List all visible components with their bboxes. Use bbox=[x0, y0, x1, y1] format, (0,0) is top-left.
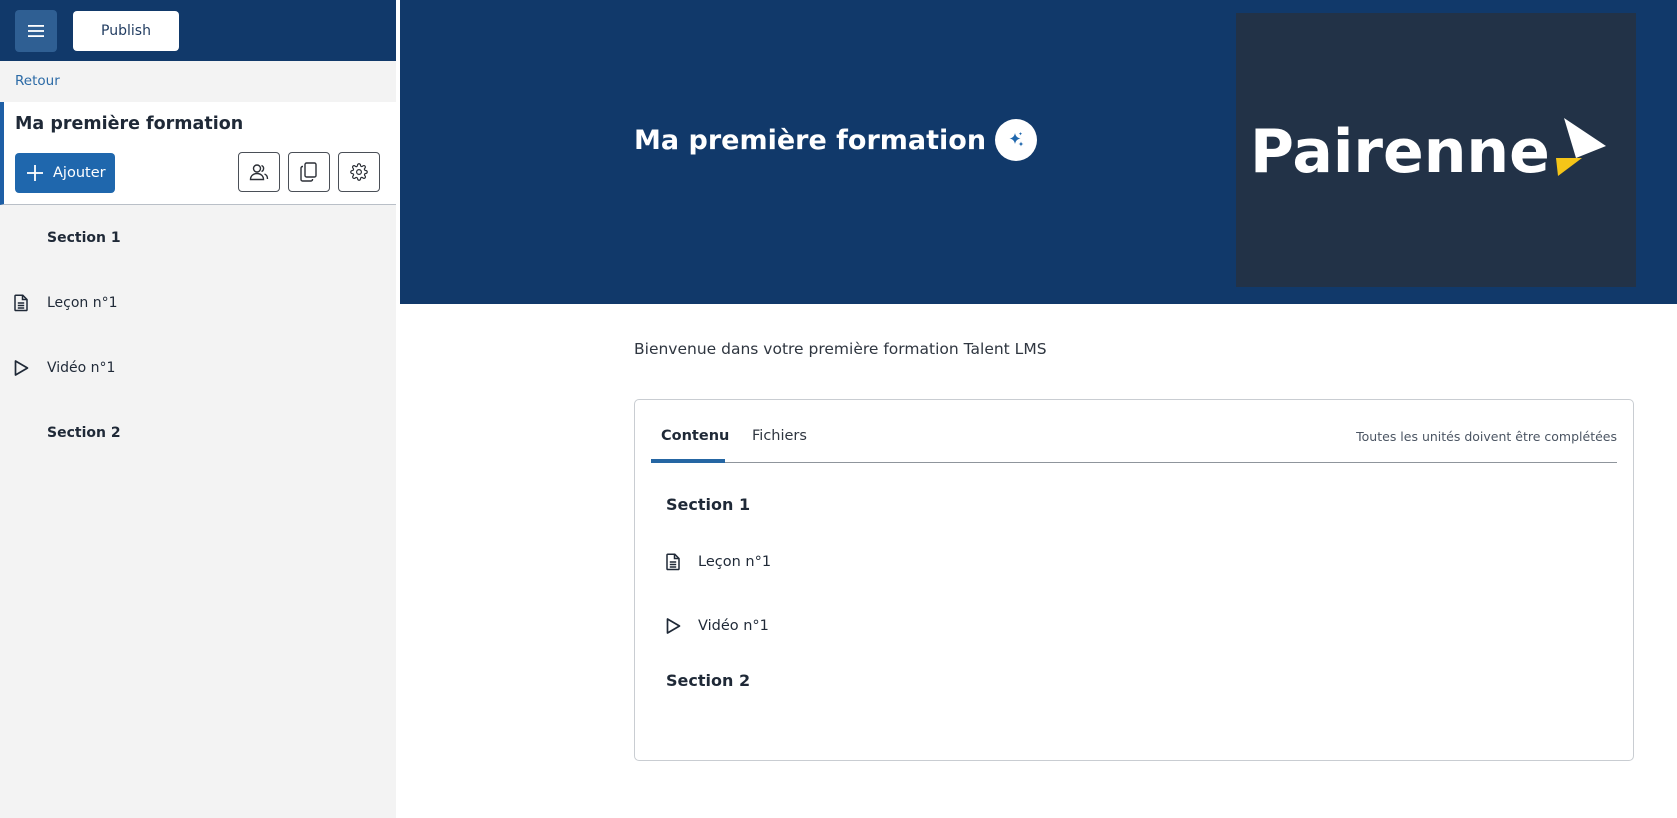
sidebar-item-label: Leçon n°1 bbox=[47, 294, 118, 311]
sparkle-icon bbox=[1009, 132, 1024, 147]
play-icon bbox=[14, 359, 29, 376]
page-title: Ma première formation bbox=[634, 124, 987, 156]
content-item-label: Section 2 bbox=[666, 670, 751, 690]
course-logo: Pairenne bbox=[1236, 13, 1636, 287]
duplicate-button[interactable] bbox=[288, 152, 330, 192]
plus-icon bbox=[27, 165, 43, 181]
copy-icon bbox=[300, 162, 317, 182]
course-title-row: Ma première formation bbox=[634, 119, 1038, 161]
users-icon bbox=[249, 164, 269, 181]
play-icon bbox=[666, 618, 681, 635]
content-lesson-item[interactable]: Leçon n°1 bbox=[666, 547, 1603, 577]
document-icon bbox=[666, 553, 680, 571]
sidebar-course-title: Ma première formation bbox=[15, 114, 244, 134]
content-tabs: Contenu Fichiers Toutes les unités doive… bbox=[651, 400, 1617, 463]
sidebar-item-label: Section 1 bbox=[47, 229, 121, 246]
course-description: Bienvenue dans votre première formation … bbox=[634, 340, 1047, 358]
tab-fichiers[interactable]: Fichiers bbox=[752, 428, 807, 444]
sidebar-lesson-item[interactable]: Leçon n°1 bbox=[0, 270, 396, 335]
content-list: Section 1 Leçon n°1 Vidéo n°1 Section 2 bbox=[666, 490, 1603, 694]
active-tab-indicator bbox=[651, 459, 725, 463]
content-section-item[interactable]: Section 1 bbox=[666, 490, 1603, 518]
completion-note: Toutes les unités doivent être complétée… bbox=[1356, 429, 1617, 444]
users-button[interactable] bbox=[238, 152, 280, 192]
content-section-item[interactable]: Section 2 bbox=[666, 666, 1603, 694]
menu-button[interactable] bbox=[15, 9, 57, 52]
back-link[interactable]: Retour bbox=[0, 61, 396, 102]
content-item-label: Vidéo n°1 bbox=[698, 618, 769, 634]
pairenne-logo: Pairenne bbox=[1250, 117, 1606, 187]
sidebar-section-item[interactable]: Section 1 bbox=[0, 205, 396, 270]
content-video-item[interactable]: Vidéo n°1 bbox=[666, 611, 1603, 641]
gear-icon bbox=[350, 163, 368, 181]
sidebar-toolbar: Publish bbox=[0, 0, 396, 61]
content-item-label: Section 1 bbox=[666, 494, 751, 514]
tab-contenu[interactable]: Contenu bbox=[661, 428, 729, 444]
course-sidebar: Publish Retour Ma première formation Ajo… bbox=[0, 0, 398, 818]
document-icon bbox=[14, 294, 28, 311]
content-item-label: Leçon n°1 bbox=[698, 554, 772, 570]
publish-button[interactable]: Publish bbox=[73, 10, 179, 51]
sidebar-video-item[interactable]: Vidéo n°1 bbox=[0, 335, 396, 400]
sidebar-item-label: Section 2 bbox=[47, 424, 121, 441]
sidebar-item-label: Vidéo n°1 bbox=[47, 359, 116, 376]
hamburger-icon bbox=[28, 24, 44, 37]
settings-button[interactable] bbox=[338, 152, 380, 192]
sidebar-course-header: Ma première formation Ajouter bbox=[0, 102, 396, 205]
course-hero: Ma première formation Pairenne bbox=[400, 0, 1677, 304]
sidebar-content-tree: Section 1 Leçon n°1 Vidéo n°1 Section 2 bbox=[0, 205, 396, 465]
content-card: Contenu Fichiers Toutes les unités doive… bbox=[634, 399, 1634, 761]
add-button[interactable]: Ajouter bbox=[15, 153, 115, 193]
logo-text: Pairenne bbox=[1250, 117, 1550, 187]
ai-assist-button[interactable] bbox=[995, 119, 1038, 161]
add-button-label: Ajouter bbox=[53, 165, 106, 181]
sidebar-section-item[interactable]: Section 2 bbox=[0, 400, 396, 465]
